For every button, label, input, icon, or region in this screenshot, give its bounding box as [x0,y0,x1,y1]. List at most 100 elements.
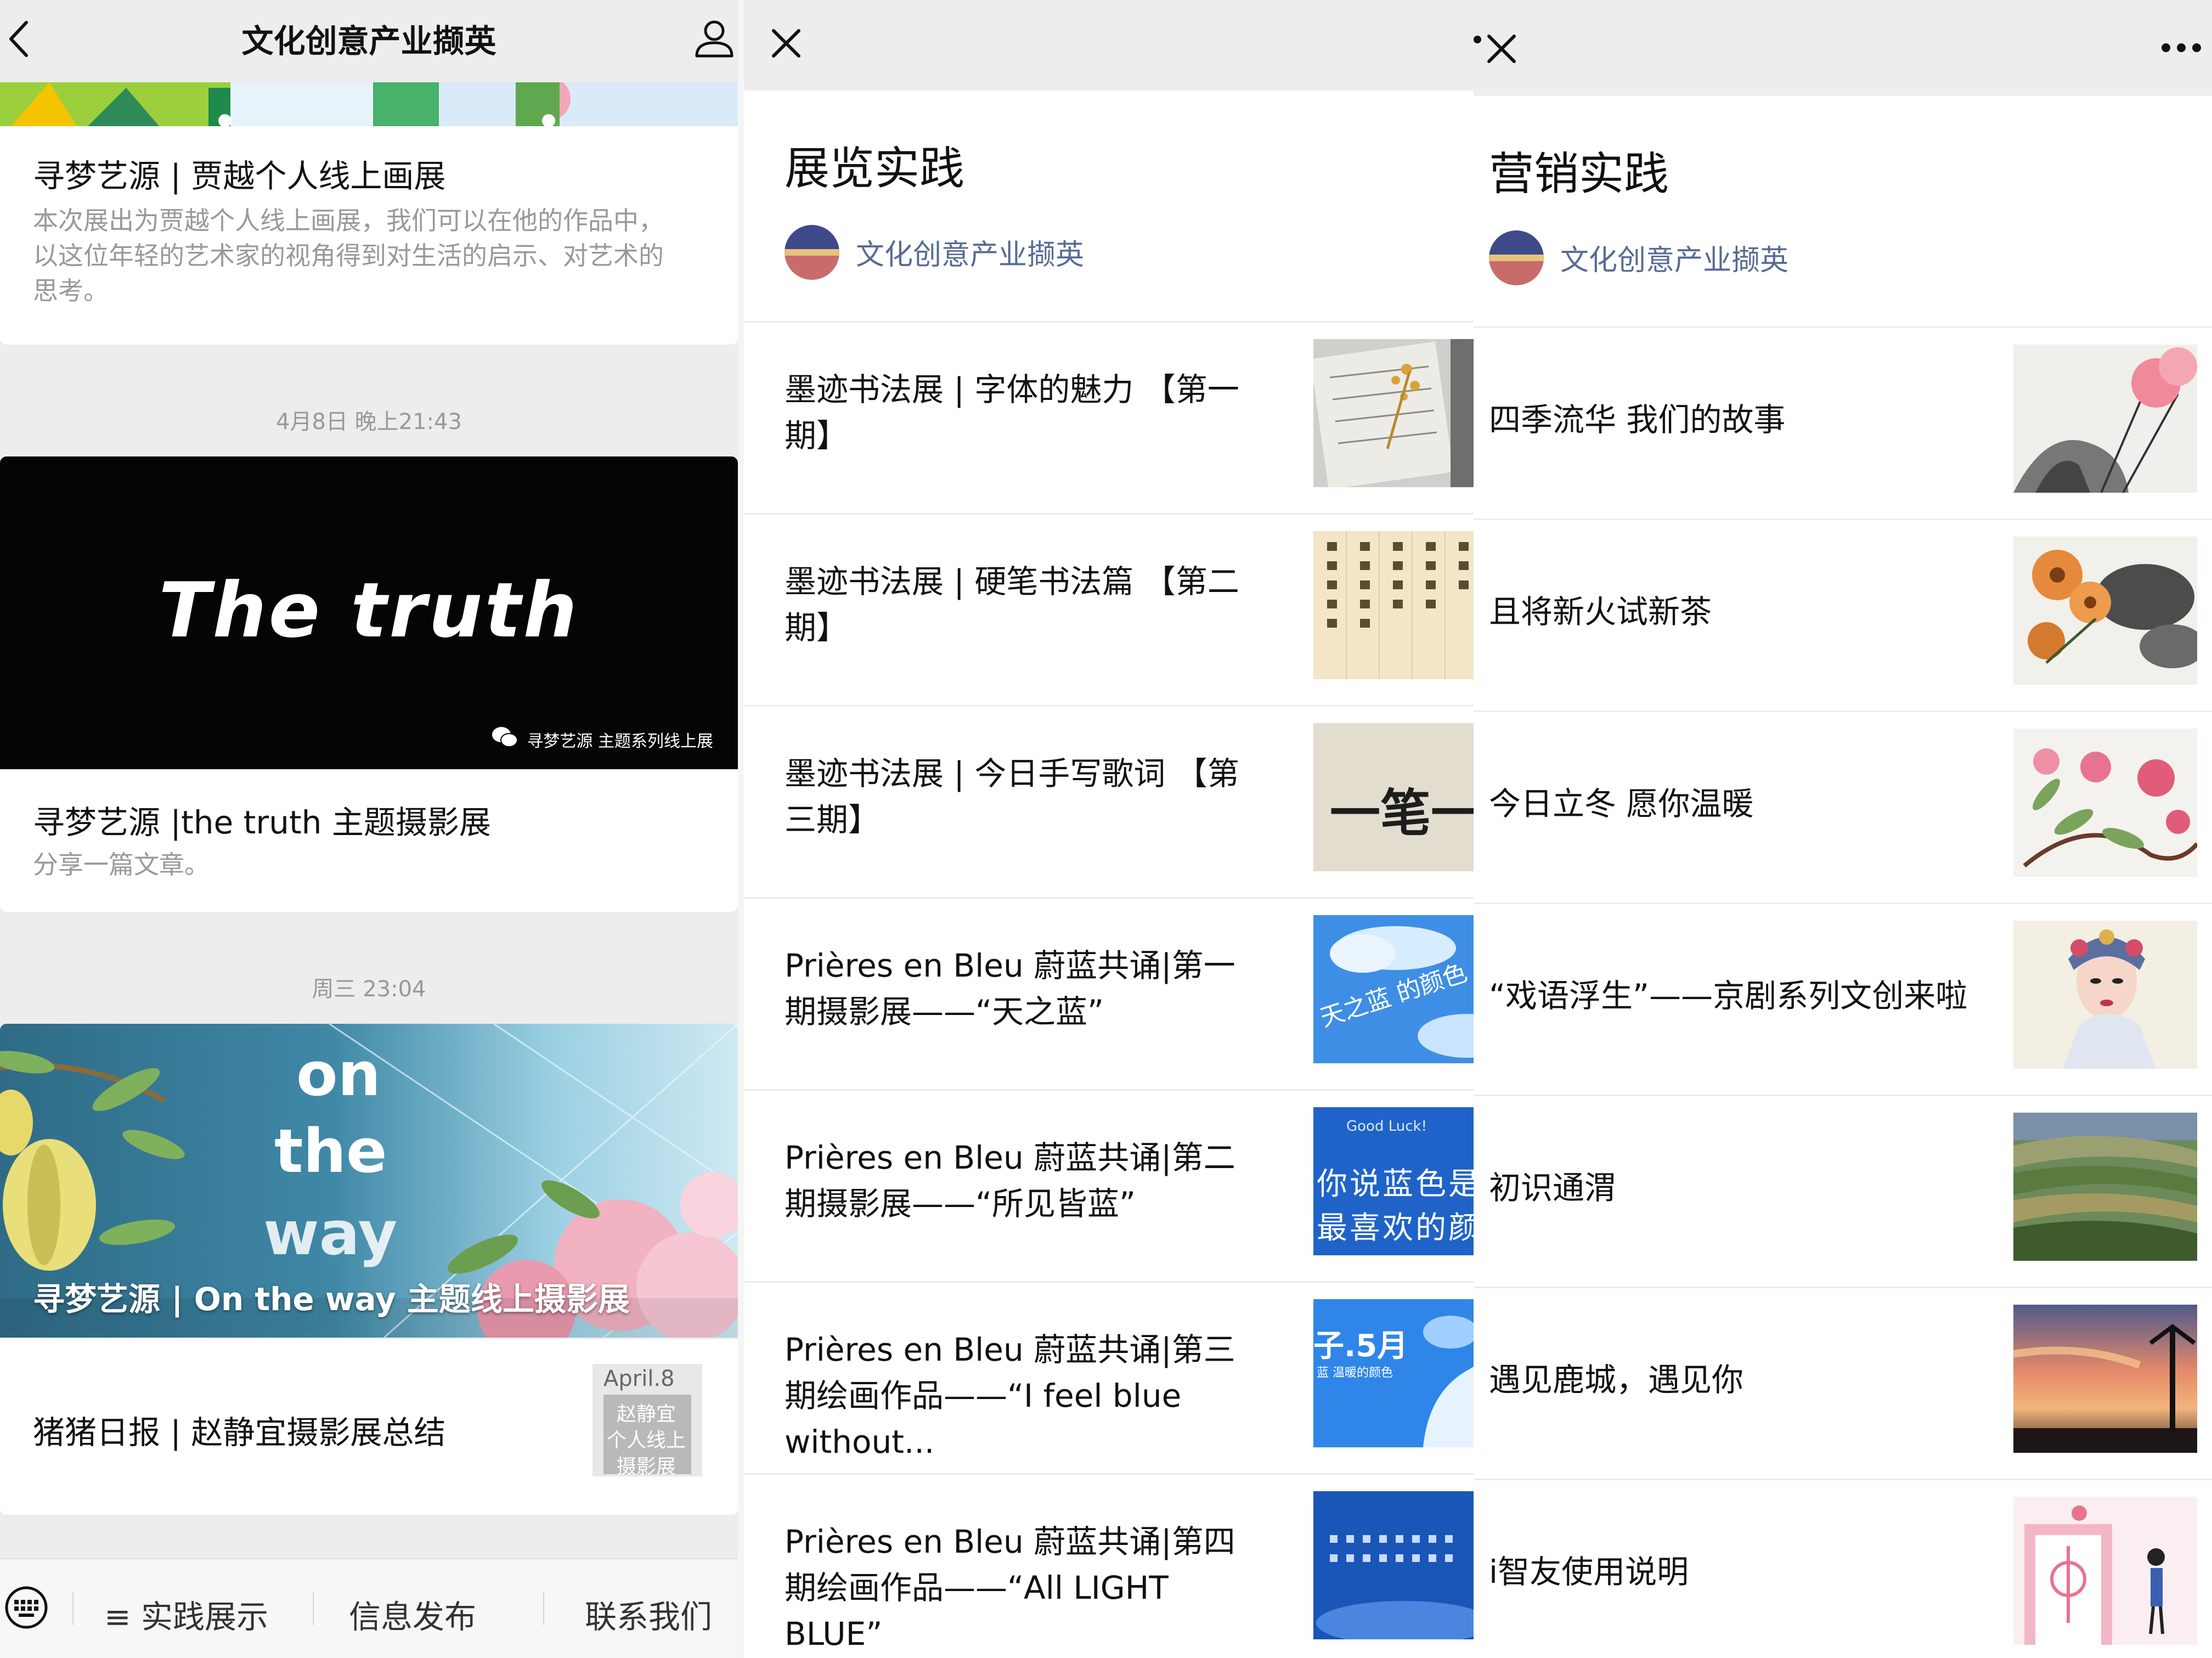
article-thumbnail: 子.5月 蓝 温暖的颜色 [1313,1299,1474,1447]
article-title: 四季流华 我们的故事 [1489,401,1786,438]
article-list-item[interactable]: 墨迹书法展 | 今日手写歌词 【第三期】 一笔一点 [744,705,1474,897]
keyboard-icon[interactable] [3,1584,49,1631]
article-thumbnail [2013,537,2197,685]
article-thumbnail: 天之蓝 的颜色 [1313,915,1474,1063]
article-title: 寻梦艺源 |the truth 主题摄影展 [33,804,491,841]
article-cover-image: on the way 寻梦艺源 | On the way 主题线上摄影展 [0,1024,738,1338]
thumb-text: Good Luck! [1346,1118,1427,1135]
page-title: 营销实践 [1489,148,1669,200]
nav-bar: 文化创意产业撷英 [0,0,738,82]
article-card[interactable]: on the way 寻梦艺源 | On the way 主题线上摄影展 猪猪日… [0,1024,738,1515]
page-title: 文化创意产业撷英 [241,22,496,60]
article-cover-image-partial[interactable] [0,82,738,126]
article-thumbnail [1313,1491,1474,1639]
article-list-item[interactable]: “戏语浮生”——京剧系列文创来啦 [1474,903,2212,1095]
exhibition-list-panel: 展览实践 文化创意产业撷英 墨迹书法展 | 字体的魅力 【第一期】 墨迹书法展 … [744,0,1474,1658]
article-thumbnail [2013,1497,2197,1645]
more-options-icon[interactable] [2159,41,2203,54]
article-list-item[interactable]: 墨迹书法展 | 硬笔书法篇 【第二期】 [744,513,1474,705]
cover-title: 寻梦艺源 | On the way 主题线上摄影展 [33,1281,630,1318]
article-title: 遇见鹿城，遇见你 [1489,1361,1744,1398]
user-icon[interactable] [692,16,736,60]
cover-art-word: way [263,1198,397,1268]
cover-art-word: the [274,1116,387,1186]
article-thumbnail[interactable]: April.8 赵静宜 个人线上 摄影展 [592,1364,702,1478]
page-title: 展览实践 [785,143,965,195]
close-icon[interactable] [767,24,805,63]
article-title: Prières en Bleu 蔚蓝共诵|第四期绘画作品——“All LIGHT… [785,1523,1235,1653]
cover-art-word: on [296,1039,381,1109]
close-icon[interactable] [1482,30,1521,68]
article-title: “戏语浮生”——京剧系列文创来啦 [1489,977,1968,1014]
panel-gap [738,0,744,1658]
timestamp: 周三 23:04 [312,977,426,1002]
cover-title: The truth [159,566,579,655]
thumb-text: April.8 [603,1366,675,1391]
top-bar [744,0,1474,91]
article-thumbnail [2013,729,2197,877]
article-list-item[interactable]: 且将新火试新茶 [1474,518,2212,710]
article-thumbnail: Good Luck! 你说蓝色是 最喜欢的颜 [1313,1107,1474,1255]
article-title: 墨迹书法展 | 硬笔书法篇 【第二期】 [785,563,1239,646]
article-card[interactable]: The truth 寻梦艺源 主题系列线上展 寻梦艺源 |the truth 主… [0,456,738,912]
article-thumbnail [2013,345,2197,493]
article-title: 今日立冬 愿你温暖 [1489,785,1754,822]
article-list-item[interactable]: Prières en Bleu 蔚蓝共诵|第三期绘画作品——“I feel bl… [744,1281,1474,1473]
article-title: 墨迹书法展 | 字体的魅力 【第一期】 [785,371,1239,454]
article-list-item[interactable]: 墨迹书法展 | 字体的魅力 【第一期】 [744,321,1474,513]
tab-separator [313,1592,314,1625]
article-title: 且将新火试新茶 [1489,593,1712,630]
article-list-item[interactable]: Prières en Bleu 蔚蓝共诵|第二期摄影展——“所见皆蓝” Good… [744,1089,1474,1281]
article-thumbnail [2013,1305,2197,1453]
tab-separator [72,1592,74,1625]
account-avatar[interactable] [785,225,839,280]
thumb-text: 一笔一点 [1330,784,1474,843]
article-list-item[interactable]: 初识通渭 [1474,1095,2212,1287]
article-title: 猪猪日报 | 赵静宜摄影展总结 [33,1414,446,1451]
article-list-item[interactable]: 遇见鹿城，遇见你 [1474,1287,2212,1479]
thumb-text: 你说蓝色是 [1317,1166,1474,1202]
cover-caption: 寻梦艺源 主题系列线上展 [527,732,713,751]
tab-practice-display[interactable]: ≡ 实践展示 [104,1591,268,1637]
article-list-item[interactable]: 今日立冬 愿你温暖 [1474,710,2212,903]
thumb-text: 摄影展 [617,1456,676,1478]
article-thumbnail: 一笔一点 [1313,723,1474,871]
article-title: Prières en Bleu 蔚蓝共诵|第二期摄影展——“所见皆蓝” [785,1139,1235,1222]
thumb-text: 最喜欢的颜 [1317,1210,1474,1246]
article-list-item[interactable]: Prières en Bleu 蔚蓝共诵|第一期摄影展——“天之蓝” 天之蓝 的… [744,897,1474,1089]
marketing-list-panel: 营销实践 文化创意产业撷英 四季流华 我们的故事 且将新火试新茶 今日立冬 愿你… [1474,0,2212,1658]
tab-contact-us[interactable]: 联系我们 [585,1591,712,1637]
tab-separator [543,1592,544,1625]
article-thumbnail [1313,531,1474,679]
article-thumbnail [1313,339,1474,487]
thumb-text: 赵静宜 [617,1403,676,1425]
account-name[interactable]: 文化创意产业撷英 [856,232,1084,273]
article-title: i智友使用说明 [1489,1553,1689,1591]
article-title: Prières en Bleu 蔚蓝共诵|第三期绘画作品——“I feel bl… [785,1331,1235,1460]
timestamp: 4月8日 晚上21:43 [276,409,462,435]
article-feed-panel: 文化创意产业撷英 寻梦艺源 | 贾越个人线上画展 本次展出为贾越个人线上画展，我… [0,0,738,1658]
article-title: Prières en Bleu 蔚蓝共诵|第一期摄影展——“天之蓝” [785,947,1235,1030]
article-list-item[interactable]: i智友使用说明 [1474,1479,2212,1658]
bottom-menu-bar: ≡ 实践展示 信息发布 联系我们 [0,1558,738,1658]
account-name[interactable]: 文化创意产业撷英 [1560,237,1788,278]
account-avatar[interactable] [1489,230,1544,285]
article-list-item[interactable]: Prières en Bleu 蔚蓝共诵|第四期绘画作品——“All LIGHT… [744,1473,1474,1658]
divider [0,1338,738,1339]
article-title: 初识通渭 [1489,1169,1617,1206]
article-cover-image: The truth 寻梦艺源 主题系列线上展 [0,456,738,769]
thumb-text: 个人线上 [607,1429,686,1452]
tab-info-publish[interactable]: 信息发布 [349,1591,476,1637]
article-title: 寻梦艺源 | 贾越个人线上画展 [33,157,446,195]
top-bar [1474,0,2212,96]
article-card[interactable]: 寻梦艺源 | 贾越个人线上画展 本次展出为贾越个人线上画展，我们可以在他的作品中… [0,126,738,345]
article-desc: 本次展出为贾越个人线上画展，我们可以在他的作品中，以这位年轻的艺术家的视角得到对… [33,206,664,306]
article-list-item[interactable]: 四季流华 我们的故事 [1474,326,2212,518]
thumb-text: 蓝 温暖的颜色 [1317,1366,1393,1380]
article-thumbnail [2013,1113,2197,1261]
article-desc: 分享一篇文章。 [33,850,210,879]
article-title: 墨迹书法展 | 今日手写歌词 【第三期】 [785,755,1239,838]
thumb-text: 子.5月 [1313,1328,1408,1364]
article-thumbnail [2013,921,2197,1069]
wechat-icon [492,727,518,747]
